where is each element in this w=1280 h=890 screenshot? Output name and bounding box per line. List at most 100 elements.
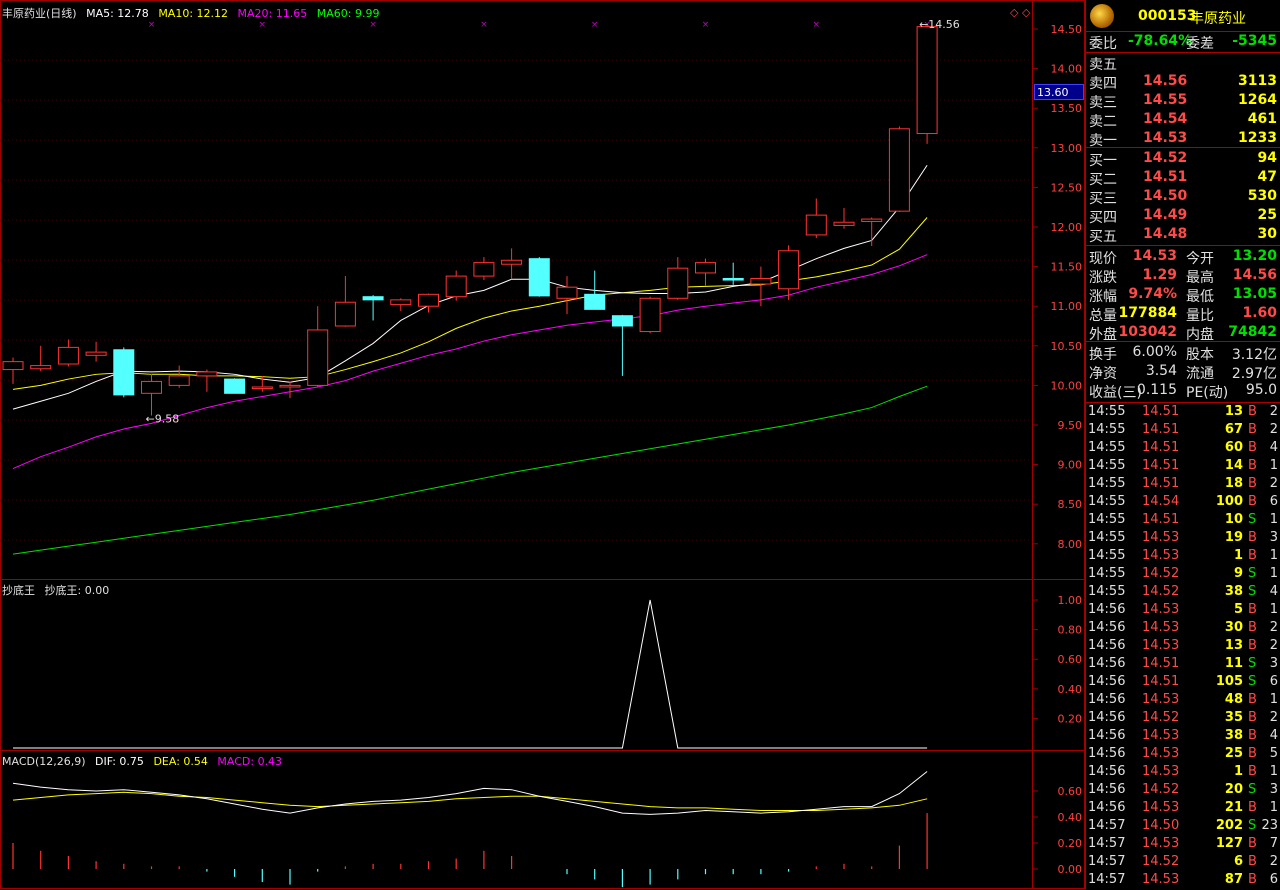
main-y-axis-label: 11.00 (1051, 300, 1083, 313)
bid-volume: 30 (1257, 226, 1277, 242)
tick-row[interactable]: 14:56 14.52 35 B 2 (1086, 710, 1280, 728)
bid-row[interactable]: 买三 14.50 530 (1086, 188, 1280, 207)
ask-volume: 1233 (1238, 130, 1277, 146)
quote-value: 13.20 (1232, 248, 1277, 264)
stat-label: 换手 (1089, 347, 1117, 363)
tick-count: 3 (1269, 656, 1278, 671)
bid-row[interactable]: 买一 14.52 94 (1086, 150, 1280, 169)
tick-count: 2 (1269, 710, 1278, 725)
tick-side: B (1248, 800, 1257, 815)
tick-price: 14.51 (1142, 476, 1180, 491)
ask-label: 卖二 (1089, 114, 1117, 130)
bid-row[interactable]: 买五 14.48 30 (1086, 226, 1280, 245)
tick-price: 14.53 (1142, 728, 1180, 743)
main-y-axis-label: 9.50 (1058, 419, 1083, 432)
event-marker: × (259, 20, 267, 30)
tick-row[interactable]: 14:55 14.54 100 B 6 (1086, 494, 1280, 512)
tick-row[interactable]: 14:55 14.51 13 B 2 (1086, 404, 1280, 422)
tick-row[interactable]: 14:56 14.53 1 B 1 (1086, 764, 1280, 782)
tick-row[interactable]: 14:56 14.53 25 B 5 (1086, 746, 1280, 764)
stat-label: 收益(三) (1089, 385, 1142, 401)
current-price-tag: 13.60 (1034, 84, 1084, 100)
tick-volume: 127 (1215, 836, 1243, 851)
bid-volume: 94 (1257, 150, 1277, 166)
tick-count: 3 (1269, 530, 1278, 545)
candle-body (611, 315, 633, 327)
tick-row[interactable]: 14:57 14.50 202 S 23 (1086, 818, 1280, 836)
tick-price: 14.52 (1142, 854, 1180, 869)
ma60-line (12, 385, 928, 555)
tick-time: 14:56 (1088, 602, 1126, 617)
tick-side: B (1248, 728, 1257, 743)
tick-row[interactable]: 14:57 14.52 6 B 2 (1086, 854, 1280, 872)
indicator-line (13, 599, 928, 749)
main-y-axis-label: 10.50 (1051, 340, 1083, 353)
tick-time: 14:57 (1088, 872, 1126, 887)
tick-row[interactable]: 14:56 14.53 38 B 4 (1086, 728, 1280, 746)
tick-row[interactable]: 14:55 14.51 18 B 2 (1086, 476, 1280, 494)
tick-row[interactable]: 14:55 14.51 67 B 2 (1086, 422, 1280, 440)
ma10-line (12, 217, 928, 390)
bid-row[interactable]: 买四 14.49 25 (1086, 207, 1280, 226)
ask-row[interactable]: 卖二 14.54 461 (1086, 111, 1280, 130)
tick-time: 14:56 (1088, 674, 1126, 689)
tick-time: 14:55 (1088, 530, 1126, 545)
tick-row[interactable]: 14:55 14.51 60 B 4 (1086, 440, 1280, 458)
tick-row[interactable]: 14:56 14.53 21 B 1 (1086, 800, 1280, 818)
tick-row[interactable]: 14:56 14.53 5 B 1 (1086, 602, 1280, 620)
tick-price: 14.51 (1142, 458, 1180, 473)
tick-count: 1 (1269, 512, 1278, 527)
candle-body (722, 277, 744, 281)
tick-price: 14.53 (1142, 602, 1180, 617)
indicator-y-axis-label: 0.60 (1058, 653, 1083, 666)
tick-row[interactable]: 14:56 14.51 105 S 6 (1086, 674, 1280, 692)
candle-body (556, 286, 578, 299)
ask-row[interactable]: 卖一 14.53 1233 (1086, 130, 1280, 149)
event-marker: × (813, 20, 821, 30)
tick-row[interactable]: 14:56 14.52 20 S 3 (1086, 782, 1280, 800)
tick-side: B (1248, 476, 1257, 491)
divider (1086, 245, 1280, 246)
ask-row[interactable]: 卖五 (1086, 54, 1280, 73)
tick-side: B (1248, 440, 1257, 455)
candle-body (805, 214, 827, 236)
tick-row[interactable]: 14:56 14.53 13 B 2 (1086, 638, 1280, 656)
chart-area[interactable]: 14.50 14.00 13.50 13.00 12.50 12.00 11.50 11.00… (0, 0, 1085, 889)
main-y-axis-label: 9.00 (1058, 459, 1083, 472)
quote-row: 涨跌 1.29 最高 14.56 (1086, 267, 1280, 286)
ask-row[interactable]: 卖三 14.55 1264 (1086, 92, 1280, 111)
tick-row[interactable]: 14:56 14.51 11 S 3 (1086, 656, 1280, 674)
dif-readout: DIF: 0.75 (95, 755, 144, 768)
tick-row[interactable]: 14:55 14.52 38 S 4 (1086, 584, 1280, 602)
tick-side: B (1248, 836, 1257, 851)
tick-volume: 13 (1224, 404, 1243, 419)
dif-line (12, 771, 928, 815)
tick-price: 14.53 (1142, 548, 1180, 563)
tick-row[interactable]: 14:55 14.52 9 S 1 (1086, 566, 1280, 584)
tick-count: 1 (1269, 800, 1278, 815)
candle-body (2, 361, 24, 371)
bid-row[interactable]: 买二 14.51 47 (1086, 169, 1280, 188)
quote-label: 涨跌 (1089, 270, 1117, 286)
tick-row[interactable]: 14:56 14.53 48 B 1 (1086, 692, 1280, 710)
tick-time: 14:55 (1088, 494, 1126, 509)
candle-body (224, 378, 246, 394)
candle-body (861, 218, 883, 222)
tick-time: 14:57 (1088, 854, 1126, 869)
tick-side: B (1248, 620, 1257, 635)
tick-row[interactable]: 14:55 14.53 1 B 1 (1086, 548, 1280, 566)
event-marker: × (369, 20, 377, 30)
candle-body (196, 371, 218, 377)
bid-label: 买三 (1089, 191, 1117, 207)
tick-row[interactable]: 14:56 14.53 30 B 2 (1086, 620, 1280, 638)
tick-row[interactable]: 14:55 14.53 19 B 3 (1086, 530, 1280, 548)
tick-row[interactable]: 14:57 14.53 127 B 7 (1086, 836, 1280, 854)
tick-count: 23 (1261, 818, 1278, 833)
tick-count: 4 (1269, 584, 1278, 599)
candle-body (307, 329, 329, 386)
tick-row[interactable]: 14:55 14.51 14 B 1 (1086, 458, 1280, 476)
ask-row[interactable]: 卖四 14.56 3113 (1086, 73, 1280, 92)
tick-row[interactable]: 14:55 14.51 10 S 1 (1086, 512, 1280, 530)
tick-row[interactable]: 14:57 14.53 87 B 6 (1086, 872, 1280, 890)
quote-label: 总量 (1089, 308, 1117, 324)
